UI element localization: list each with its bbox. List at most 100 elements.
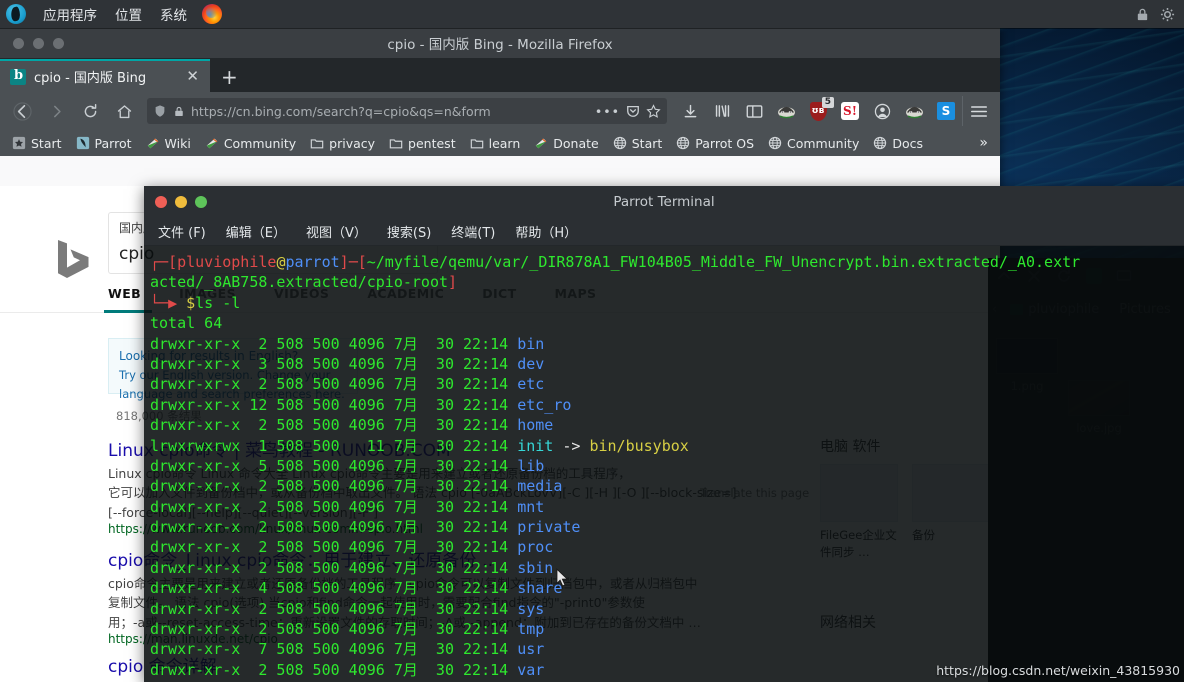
terminal-listing-row: drwxr-xr-x 2 508 500 4096 7月 30 22:14 mn… bbox=[150, 497, 545, 516]
terminal-menu-terminal[interactable]: 终端(T) bbox=[443, 220, 503, 243]
bookmark-label: learn bbox=[488, 135, 521, 151]
account-icon[interactable] bbox=[866, 96, 898, 126]
url-bar[interactable]: https://cn.bing.com/search?q=cpio&qs=n&f… bbox=[147, 98, 667, 124]
tab-web[interactable]: WEB bbox=[108, 286, 141, 301]
forward-button[interactable] bbox=[40, 96, 72, 126]
bing-logo-icon[interactable] bbox=[52, 238, 92, 280]
terminal-listing-row: drwxr-xr-x 4 508 500 4096 7月 30 22:14 sh… bbox=[150, 579, 563, 598]
parrot-flag-icon bbox=[206, 138, 218, 149]
bookmark-label: privacy bbox=[329, 135, 376, 151]
bookmark-parrot[interactable]: Parrot bbox=[70, 134, 138, 153]
terminal-path-line: acted/_8AB758.extracted/cpio-root] bbox=[150, 273, 458, 292]
terminal-menu-view[interactable]: 视图（V） bbox=[298, 220, 375, 243]
reload-button[interactable] bbox=[74, 96, 106, 126]
terminal-menu-edit[interactable]: 编辑（E） bbox=[218, 220, 294, 243]
bookmark-label: Parrot OS bbox=[695, 135, 754, 151]
bookmarks-overflow-button[interactable]: » bbox=[973, 135, 994, 151]
star-icon[interactable] bbox=[646, 103, 661, 119]
bookmark-label: Start bbox=[31, 135, 62, 151]
globe-icon bbox=[613, 136, 626, 150]
shield-icon[interactable] bbox=[153, 104, 167, 118]
page-actions-icon[interactable]: ••• bbox=[595, 104, 620, 119]
ublock-badge-count: 5 bbox=[821, 97, 834, 108]
tab-close-icon[interactable]: ✕ bbox=[183, 67, 202, 86]
terminal-menu-file[interactable]: 文件 (F) bbox=[150, 220, 214, 243]
bookmark-learn[interactable]: learn bbox=[464, 134, 527, 153]
url-text: https://cn.bing.com/search?q=cpio&qs=n&f… bbox=[191, 103, 491, 119]
screen-root: 应用程序 位置 系统 cpio - 国内版 Bing - Mozilla Fir… bbox=[0, 0, 1184, 682]
terminal-command-line: └─▶ $ls -l bbox=[150, 293, 241, 312]
terminal-listing-row: drwxr-xr-x 2 508 500 4096 7月 30 22:14 et… bbox=[150, 375, 545, 394]
terminal-listing-row: drwxr-xr-x 12 508 500 4096 7月 30 22:14 e… bbox=[150, 395, 572, 414]
desktop-top-panel: 应用程序 位置 系统 bbox=[0, 0, 1184, 28]
firefox-maximize-button[interactable] bbox=[53, 37, 64, 49]
bookmark-label: Start bbox=[631, 135, 663, 151]
reload-icon bbox=[84, 103, 96, 117]
privacy-badger-icon[interactable] bbox=[770, 96, 802, 126]
hamburger-menu-icon[interactable] bbox=[962, 96, 994, 126]
panel-menu-places[interactable]: 位置 bbox=[106, 4, 151, 24]
panel-menu-applications[interactable]: 应用程序 bbox=[34, 4, 106, 24]
ublock-origin-icon[interactable]: ʊʙ 5 bbox=[802, 96, 834, 126]
bookmark-privacy[interactable]: privacy bbox=[304, 134, 381, 153]
s-blue-extension-icon[interactable]: S bbox=[930, 96, 962, 126]
parrot-flag-icon bbox=[147, 138, 158, 149]
terminal-window: Parrot Terminal 文件 (F) 编辑（E） 视图（V） 搜索(S)… bbox=[144, 186, 1184, 682]
terminal-output[interactable]: ┌─[pluviophile@parrot]─[~/myfile/qemu/va… bbox=[144, 246, 1184, 682]
terminal-listing-row: drwxr-xr-x 5 508 500 4096 7月 30 22:14 li… bbox=[150, 456, 545, 475]
sidebar-icon[interactable] bbox=[738, 96, 770, 126]
bookmark-label: Donate bbox=[553, 135, 599, 151]
bookmark-community[interactable]: Community bbox=[199, 134, 302, 153]
sogou-extension-icon[interactable]: S! bbox=[834, 96, 866, 126]
bookmark-start[interactable]: Start bbox=[6, 134, 68, 153]
firefox-titlebar: cpio - 国内版 Bing - Mozilla Firefox bbox=[0, 28, 1000, 58]
bookmark-start-2[interactable]: Start bbox=[607, 134, 669, 153]
library-icon[interactable] bbox=[706, 96, 738, 126]
terminal-listing-row: drwxr-xr-x 2 508 500 4096 7月 30 22:14 sy… bbox=[150, 599, 545, 618]
terminal-listing-row: drwxr-xr-x 3 508 500 4096 7月 30 22:14 de… bbox=[150, 354, 545, 373]
terminal-listing-row: drwxr-xr-x 7 508 500 4096 7月 30 22:14 us… bbox=[150, 640, 545, 659]
bookmark-label: Docs bbox=[892, 135, 924, 151]
browser-tab-label: cpio - 国内版 Bing bbox=[34, 71, 147, 86]
sogou-glyph: S! bbox=[841, 102, 859, 120]
new-tab-button[interactable]: + bbox=[210, 62, 249, 92]
firefox-icon[interactable] bbox=[202, 4, 222, 24]
bookmark-docs[interactable]: Docs bbox=[867, 134, 929, 153]
folder-icon bbox=[389, 139, 403, 149]
globe-icon bbox=[768, 136, 782, 150]
firefox-toolbar-icons: ʊʙ 5 S! S bbox=[674, 96, 994, 126]
star-bookmark-icon bbox=[12, 136, 26, 150]
parrot-logo-icon[interactable] bbox=[6, 4, 26, 24]
gear-icon[interactable] bbox=[1160, 7, 1175, 22]
lock-icon[interactable] bbox=[1135, 7, 1150, 22]
bookmark-pentest[interactable]: pentest bbox=[383, 134, 462, 153]
terminal-listing-row: drwxr-xr-x 2 508 500 4096 7月 30 22:14 me… bbox=[150, 477, 563, 496]
firefox-window-title: cpio - 国内版 Bing - Mozilla Firefox bbox=[387, 37, 613, 53]
folder-icon bbox=[310, 139, 324, 149]
firefox-minimize-button[interactable] bbox=[33, 37, 44, 49]
bookmark-community-2[interactable]: Community bbox=[762, 134, 865, 153]
bookmark-label: Wiki bbox=[164, 135, 191, 151]
csdn-watermark: https://blog.csdn.net/weixin_43815930 bbox=[936, 663, 1180, 678]
terminal-listing-row: drwxr-xr-x 2 508 500 4096 7月 30 22:14 pr… bbox=[150, 538, 554, 557]
browser-tab-bing[interactable]: cpio - 国内版 Bing ✕ bbox=[0, 59, 210, 92]
bookmark-parrot-os[interactable]: Parrot OS bbox=[670, 134, 760, 153]
firefox-close-button[interactable] bbox=[13, 37, 24, 49]
bookmark-wiki[interactable]: Wiki bbox=[140, 134, 197, 153]
terminal-menu-search[interactable]: 搜索(S) bbox=[379, 220, 439, 243]
bing-favicon bbox=[10, 68, 26, 85]
terminal-menu-help[interactable]: 帮助（H） bbox=[507, 220, 585, 243]
terminal-prompt-line: ┌─[pluviophile@parrot]─[~/myfile/qemu/va… bbox=[150, 253, 1081, 271]
terminal-listing-row: drwxr-xr-x 2 508 500 4096 7月 30 22:14 ho… bbox=[150, 416, 554, 435]
panel-menu-system[interactable]: 系统 bbox=[151, 4, 196, 24]
padlock-icon[interactable] bbox=[173, 105, 185, 118]
back-button[interactable] bbox=[6, 96, 38, 126]
parrot-icon bbox=[76, 136, 89, 150]
downloads-icon[interactable] bbox=[674, 96, 706, 126]
home-button[interactable] bbox=[108, 96, 140, 126]
bookmarks-toolbar: Start Parrot Wiki Community privacy pent… bbox=[0, 130, 1000, 156]
s-blue-glyph: S bbox=[937, 102, 955, 120]
bookmark-donate[interactable]: Donate bbox=[528, 134, 604, 153]
pocket-icon[interactable] bbox=[626, 104, 640, 118]
privacy-badger-2-icon[interactable] bbox=[898, 96, 930, 126]
